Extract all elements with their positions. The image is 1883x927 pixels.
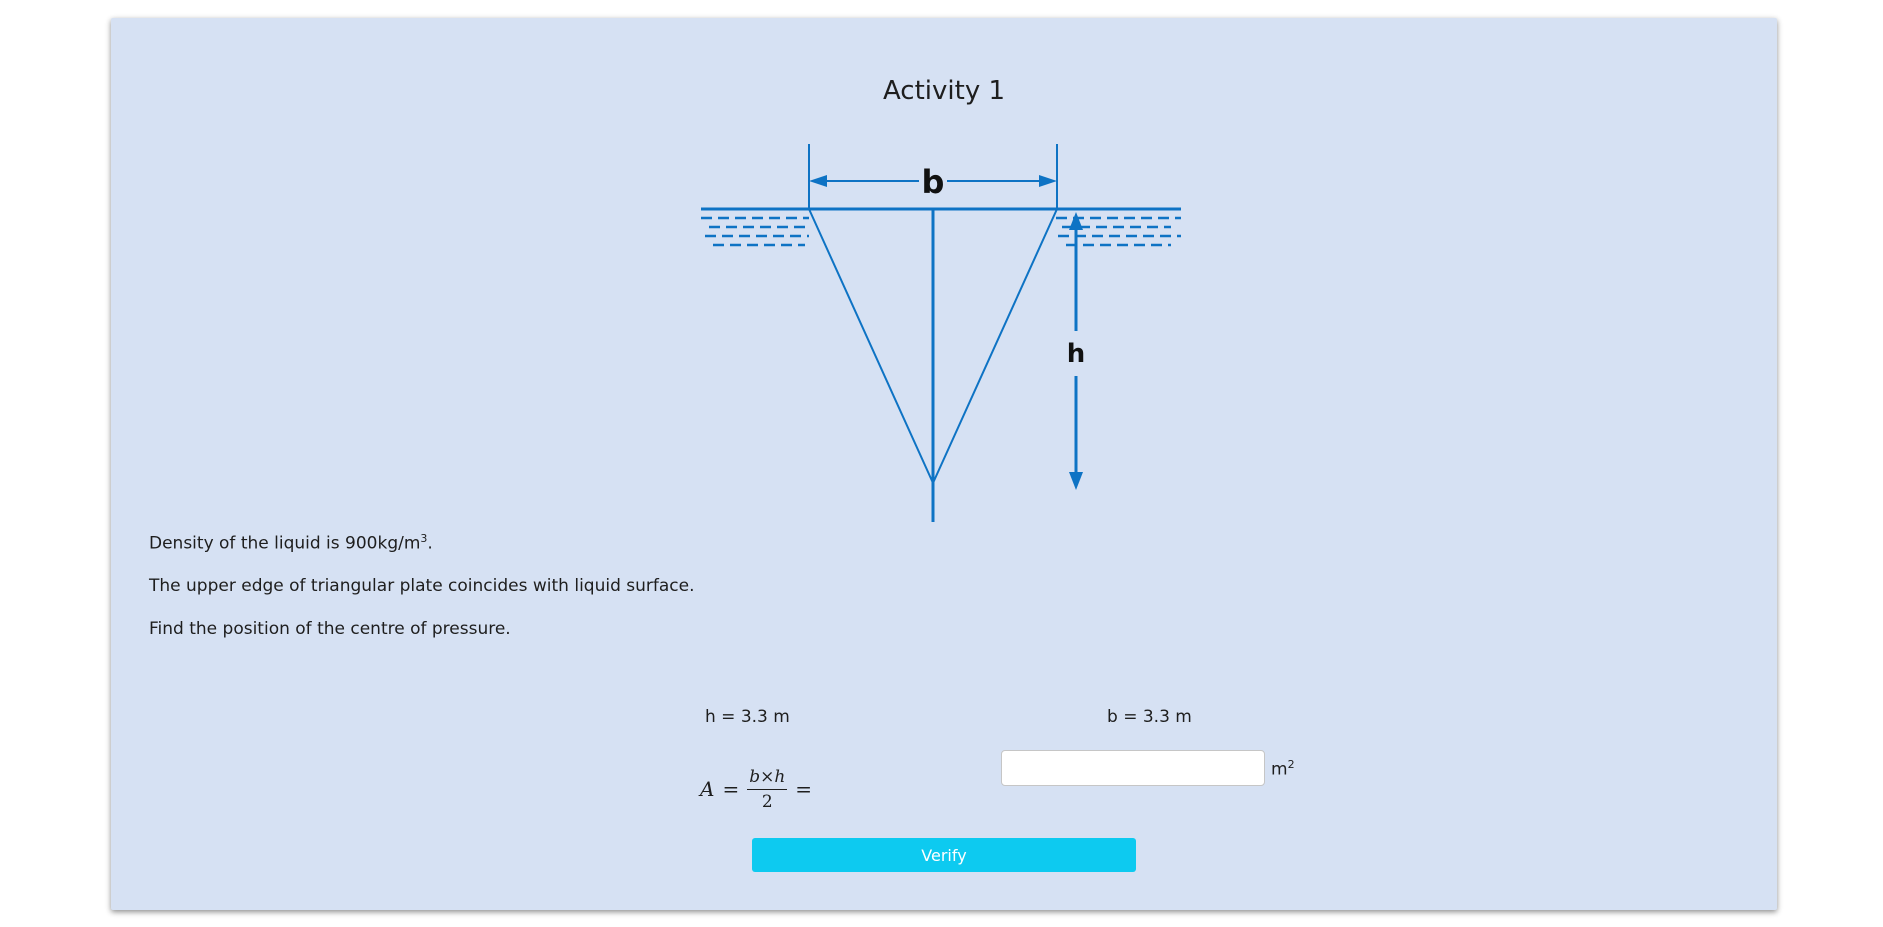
question-statement: Find the position of the centre of press…	[149, 619, 511, 639]
liquid-surface-hatch-left	[701, 216, 809, 247]
verify-button[interactable]: Verify	[752, 838, 1136, 872]
dimension-label-b: b	[922, 163, 945, 201]
h-arrow-down-icon	[1069, 472, 1083, 490]
formula-equals: =	[722, 777, 740, 801]
density-statement: Density of the liquid is 900kg/m3.	[149, 532, 433, 554]
given-b: b = 3.3 m	[1107, 707, 1192, 727]
formula-equals-trailing: =	[795, 777, 813, 801]
plate-edge-statement: The upper edge of triangular plate coinc…	[149, 576, 695, 596]
formula-fraction: b×h 2	[747, 767, 788, 812]
area-answer-input[interactable]	[1001, 750, 1265, 786]
formula-numerator: b×h	[747, 767, 788, 790]
density-text: Density of the liquid is 900kg/m	[149, 533, 421, 554]
triangular-plate-diagram: b h	[701, 144, 1181, 522]
formula-denominator: 2	[761, 791, 773, 812]
activity-title: Activity 1	[882, 76, 1006, 106]
b-arrow-left-icon	[809, 175, 827, 187]
density-period: .	[427, 533, 433, 554]
dimension-label-h: h	[1067, 339, 1086, 369]
area-unit: m2	[1271, 758, 1295, 780]
area-formula: A = b×h 2 =	[700, 763, 812, 815]
h-arrow-up-icon	[1069, 212, 1083, 230]
activity-card: Activity 1 b h Density of the liquid is …	[111, 18, 1777, 910]
unit-exponent: 2	[1287, 758, 1295, 771]
b-arrow-right-icon	[1039, 175, 1057, 187]
given-h: h = 3.3 m	[705, 707, 790, 727]
unit-base: m	[1271, 759, 1288, 780]
formula-lhs: A	[700, 777, 715, 801]
